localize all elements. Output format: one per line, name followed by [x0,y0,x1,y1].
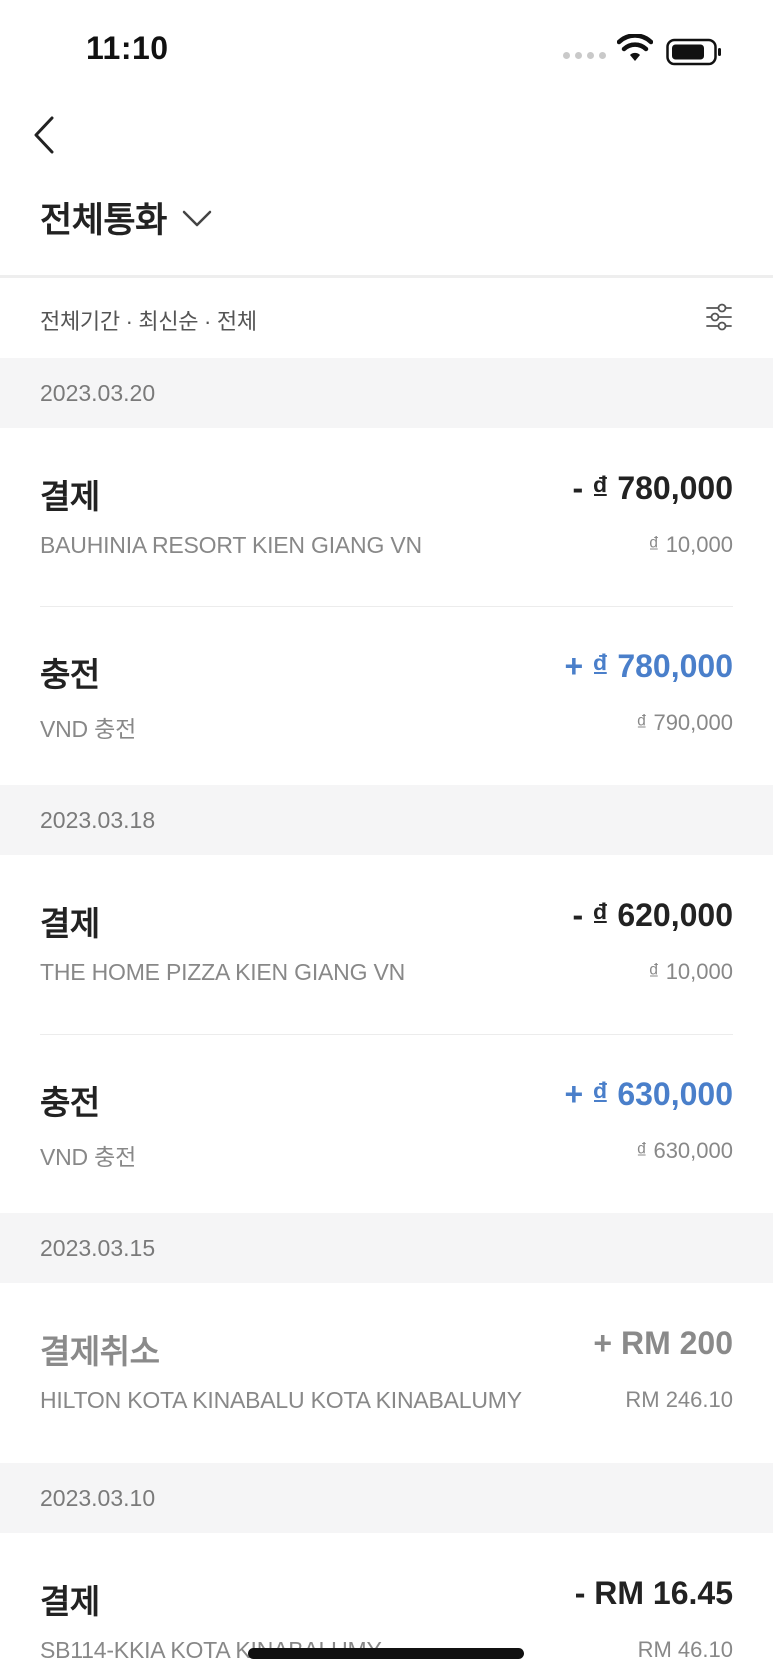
transaction-item[interactable]: 결제 THE HOME PIZZA KIEN GIANG VN - ₫ 620,… [0,855,773,1033]
status-time: 11:10 [86,30,169,66]
transaction-item[interactable]: 결제취소 HILTON KOTA KINABALU KOTA KINABALUM… [0,1283,773,1461]
transaction-amount: - ₫ 620,000 [572,897,733,933]
filter-summary: 전체기간 · 최신순 · 전체 [40,309,257,334]
transaction-merchant: VND 충전 [40,1144,137,1170]
chevron-down-icon [182,210,212,227]
transaction-amount: - ₫ 780,000 [572,470,733,506]
filter-row[interactable]: 전체기간 · 최신순 · 전체 [0,278,773,358]
transaction-balance: ₫ 630,000 [636,1138,733,1163]
date-label: 2023.03.10 [40,1485,156,1511]
filter-settings-icon[interactable] [705,302,733,332]
transaction-merchant: HILTON KOTA KINABALU KOTA KINABALUMY [40,1387,522,1413]
transaction-type: 결제 [40,1583,100,1620]
transaction-item[interactable]: 충전 VND 충전 + ₫ 780,000 ₫ 790,000 [0,606,773,784]
date-label: 2023.03.15 [40,1235,156,1261]
transaction-balance: ₫ 10,000 [648,532,733,557]
date-label: 2023.03.20 [40,380,156,406]
status-bar: 11:10 [0,0,773,100]
wifi-icon [617,34,653,61]
transaction-type: 결제취소 [40,1333,160,1370]
transaction-merchant: VND 충전 [40,716,137,742]
transaction-type: 충전 [40,1084,100,1121]
transaction-balance: ₫ 790,000 [636,710,733,735]
transaction-amount: + ₫ 780,000 [564,648,733,684]
transaction-history-screen: 11:10 전체통화 전체기간 · 최신순 · 전체 2023.03.20 결제… [0,0,773,1673]
date-header: 2023.03.15 [0,1213,773,1283]
page-title: 전체통화 [40,200,167,240]
transaction-balance: RM 246.10 [625,1387,733,1412]
date-header: 2023.03.18 [0,785,773,855]
transaction-merchant: THE HOME PIZZA KIEN GIANG VN [40,959,406,985]
transaction-balance: RM 46.10 [637,1637,733,1662]
battery-icon [666,38,721,66]
transaction-amount: + RM 200 [593,1325,733,1361]
transaction-type: 결제 [40,478,100,515]
transaction-item[interactable]: 결제 BAUHINIA RESORT KIEN GIANG VN - ₫ 780… [0,428,773,606]
transaction-merchant: BAUHINIA RESORT KIEN GIANG VN [40,532,422,558]
transaction-amount: - RM 16.45 [574,1575,733,1611]
date-label: 2023.03.18 [40,807,156,833]
transaction-item[interactable]: 충전 VND 충전 + ₫ 630,000 ₫ 630,000 [0,1034,773,1212]
transaction-balance: ₫ 10,000 [648,959,733,984]
currency-selector[interactable]: 전체통화 [40,192,213,242]
signal-icon [563,52,606,59]
date-header: 2023.03.20 [0,358,773,428]
transaction-type: 결제 [40,905,100,942]
transaction-type: 충전 [40,656,100,693]
date-header: 2023.03.10 [0,1463,773,1533]
home-indicator [248,1648,524,1659]
transaction-amount: + ₫ 630,000 [564,1076,733,1112]
back-button[interactable] [28,110,68,160]
